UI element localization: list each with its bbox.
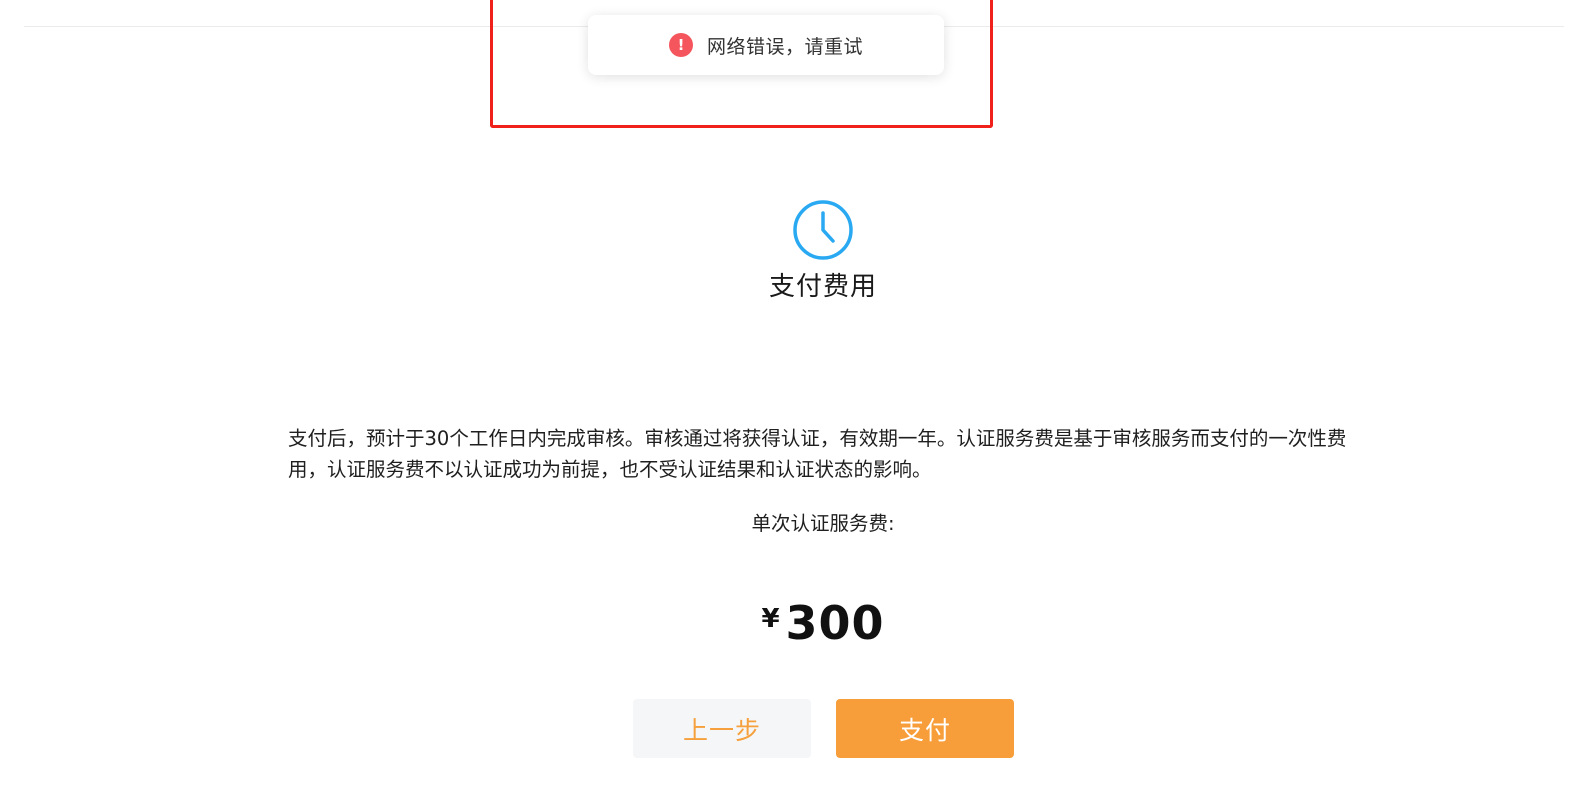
- price-display: ¥300: [623, 596, 1023, 650]
- payment-description: 支付后，预计于30个工作日内完成审核。审核通过将获得认证，有效期一年。认证服务费…: [288, 427, 1347, 481]
- highlight-annotation: [490, 0, 993, 128]
- previous-step-button[interactable]: 上一步: [633, 699, 811, 758]
- page-title: 支付费用: [768, 272, 877, 302]
- clock-icon: [793, 200, 853, 260]
- fee-label: 单次认证服务费:: [751, 512, 895, 535]
- price-amount: 300: [785, 596, 885, 650]
- pay-button[interactable]: 支付: [836, 699, 1014, 758]
- currency-symbol: ¥: [761, 604, 780, 634]
